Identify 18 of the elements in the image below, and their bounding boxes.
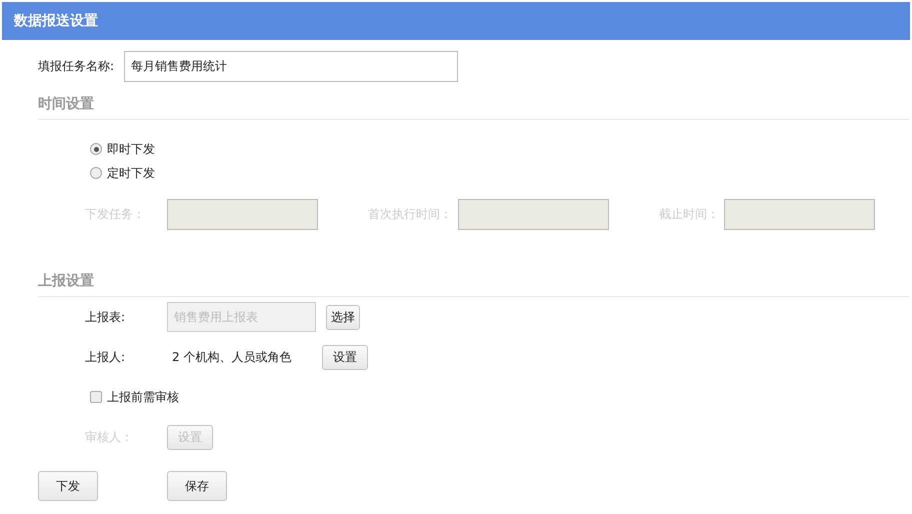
field-label: 上报表: [85, 308, 126, 326]
radio-button[interactable] [90, 143, 102, 155]
field-label: 填报任务名称: [38, 58, 116, 74]
checkbox[interactable] [90, 391, 102, 403]
page-title: 数据报送设置 [14, 12, 98, 30]
task-name-field[interactable]: 每月销售费用统计 [124, 50, 458, 82]
field-label: 上报人: [85, 348, 126, 366]
radio-button[interactable] [90, 167, 102, 179]
settings-button[interactable]: 设置 [322, 344, 368, 370]
reporter-count: 2 个机构、人员或角色 [171, 348, 292, 366]
checkbox-label: 上报前需审核 [107, 388, 179, 406]
section-heading: 上报设置 [38, 272, 910, 297]
action-button[interactable]: 保存 [167, 471, 227, 501]
select-button[interactable]: 选择 [326, 304, 360, 330]
option-label: 即时下发 [107, 140, 155, 158]
option-label: 定时下发 [107, 164, 155, 182]
section-heading: 时间设置 [38, 95, 910, 120]
action-button[interactable]: 下发 [38, 471, 98, 501]
